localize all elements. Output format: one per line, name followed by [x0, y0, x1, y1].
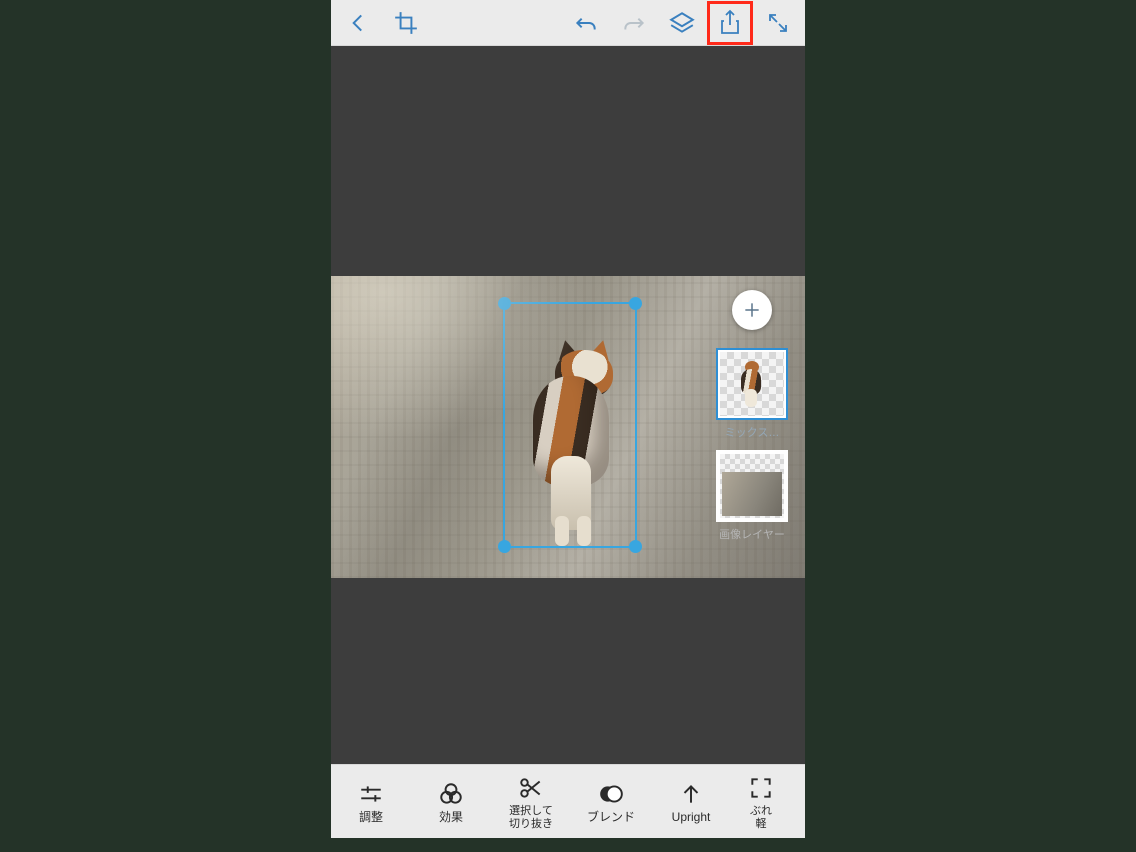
bottom-toolbar: 調整 効果 選択して 切り抜き ブレンド Upright ぶれ 軽 — [331, 764, 805, 838]
tool-label: 選択して 切り抜き — [509, 805, 553, 830]
transparency-checker — [720, 454, 784, 518]
undo-icon — [573, 10, 599, 36]
tool-reduce-blur[interactable]: ぶれ 軽 — [731, 765, 791, 838]
layers-button[interactable] — [659, 1, 705, 45]
tool-label: 調整 — [359, 811, 383, 825]
selection-handle-bottom-right[interactable] — [629, 540, 642, 553]
top-toolbar — [331, 0, 805, 46]
add-layer-button[interactable] — [732, 290, 772, 330]
mobile-app-frame: ミックス… 画像レイヤー 調整 効果 選択して 切り抜き — [331, 0, 805, 838]
selection-handle-bottom-left[interactable] — [498, 540, 511, 553]
undo-button[interactable] — [563, 1, 609, 45]
canvas-area[interactable]: ミックス… 画像レイヤー — [331, 46, 805, 764]
tool-label: ブレンド — [587, 811, 635, 825]
tool-effects[interactable]: 効果 — [411, 765, 491, 838]
top-toolbar-right — [563, 1, 801, 45]
selection-handle-top-left[interactable] — [498, 297, 511, 310]
top-toolbar-left — [335, 1, 429, 45]
tool-label: 効果 — [439, 811, 463, 825]
cat-cutout-thumb — [737, 359, 767, 409]
layers-panel: ミックス… 画像レイヤー — [711, 290, 793, 552]
sliders-icon — [358, 781, 384, 807]
layer-label-background: 画像レイヤー — [719, 526, 785, 542]
tool-label: Upright — [672, 811, 711, 825]
focus-corners-icon — [748, 775, 774, 801]
scissors-icon — [518, 775, 544, 801]
layer-thumb-mix[interactable] — [716, 348, 788, 420]
crop-icon — [393, 10, 419, 36]
share-icon — [718, 9, 742, 37]
cat-subject — [515, 306, 633, 546]
redo-button[interactable] — [611, 1, 657, 45]
overlap-circles-icon — [438, 781, 464, 807]
tool-select-cutout[interactable]: 選択して 切り抜き — [491, 765, 571, 838]
redo-icon — [621, 10, 647, 36]
fullscreen-button[interactable] — [755, 1, 801, 45]
tool-adjust[interactable]: 調整 — [331, 765, 411, 838]
expand-icon — [766, 11, 790, 35]
arrow-up-icon — [678, 781, 704, 807]
editing-image[interactable]: ミックス… 画像レイヤー — [331, 276, 805, 578]
back-icon — [345, 10, 371, 36]
tool-label: ぶれ 軽 — [750, 805, 772, 830]
blend-icon — [598, 781, 624, 807]
crop-button[interactable] — [383, 1, 429, 45]
tool-blend[interactable]: ブレンド — [571, 765, 651, 838]
tool-upright[interactable]: Upright — [651, 765, 731, 838]
layer-thumb-background[interactable] — [716, 450, 788, 522]
plus-icon — [742, 300, 762, 320]
share-button[interactable] — [707, 1, 753, 45]
outer-frame: ミックス… 画像レイヤー 調整 効果 選択して 切り抜き — [0, 0, 1136, 852]
layer-label-mix: ミックス… — [725, 424, 780, 440]
selection-rectangle[interactable] — [503, 302, 637, 548]
selection-handle-top-right[interactable] — [629, 297, 642, 310]
layers-icon — [669, 10, 695, 36]
back-button[interactable] — [335, 1, 381, 45]
